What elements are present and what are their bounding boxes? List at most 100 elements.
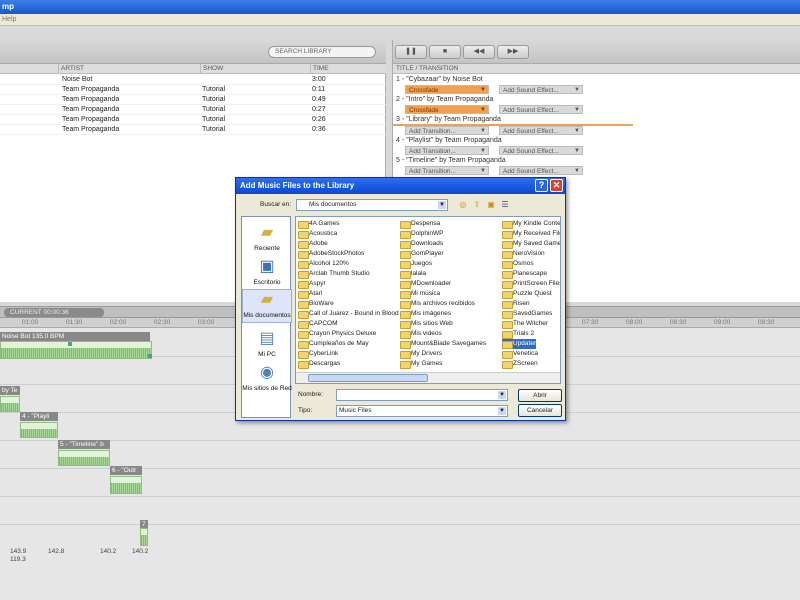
audio-clip[interactable]	[0, 341, 152, 359]
folder-item[interactable]: Aspyr	[298, 279, 326, 289]
folder-item[interactable]: 4A Games	[298, 219, 339, 229]
playlist-item-title[interactable]: 1 - "Cybazaar" by Noise Bot	[396, 75, 483, 84]
previous-icon[interactable]: ◀◀	[463, 45, 495, 59]
folder-item[interactable]: Mi música	[400, 289, 440, 299]
library-row[interactable]: Team Propaganda Tutorial 0:27	[0, 105, 386, 115]
folder-item[interactable]: GomPlayer	[400, 249, 444, 259]
folder-item[interactable]: Downloads	[400, 239, 443, 249]
playlist-item-title[interactable]: 4 - "Playlist" by Team Propaganda	[396, 136, 502, 145]
column-time[interactable]: TIME	[310, 64, 329, 74]
folder-item[interactable]: Mis imágenes	[400, 309, 451, 319]
folder-item[interactable]: Mis sitios Web	[400, 319, 453, 329]
folder-item[interactable]: Mount&Blade Savegames	[400, 339, 486, 349]
audio-clip[interactable]	[140, 528, 148, 546]
folder-item[interactable]: Venetica	[502, 349, 538, 359]
library-row[interactable]: Team Propaganda Tutorial 0:26	[0, 115, 386, 125]
folder-item[interactable]: DolphinWP	[400, 229, 444, 239]
up-folder-icon[interactable]: ⇧	[472, 200, 482, 210]
fade-handle[interactable]	[148, 354, 152, 358]
sound-effect-dropdown[interactable]: Add Sound Effect... ▼	[499, 126, 583, 135]
look-in-select[interactable]: Mis documentos ▼	[296, 199, 448, 211]
help-icon[interactable]: ?	[535, 179, 548, 192]
folder-item[interactable]: Trials 2	[502, 329, 534, 339]
folder-item[interactable]: My Received Files	[502, 229, 560, 239]
folder-item[interactable]: My Saved Games	[502, 239, 560, 249]
transition-dropdown[interactable]: Crossfade ▼	[405, 85, 489, 94]
library-row[interactable]: Team Propaganda Tutorial 0:49	[0, 95, 386, 105]
folder-item[interactable]: Atari	[298, 289, 322, 299]
folder-item[interactable]: Planescape	[502, 269, 547, 279]
folder-item[interactable]: Osmos	[502, 259, 534, 269]
folder-item[interactable]: lalala	[400, 269, 426, 279]
fade-handle[interactable]	[68, 342, 72, 346]
place-my-pc[interactable]: ▤ Mi PC	[242, 329, 292, 358]
folder-item[interactable]: MDownloader	[400, 279, 451, 289]
transition-dropdown[interactable]: Crossfade ▼	[405, 105, 489, 114]
audio-clip[interactable]	[0, 396, 20, 412]
folder-item[interactable]: The Witcher	[502, 319, 548, 329]
library-row[interactable]: Noise Bot 3:00	[0, 75, 386, 85]
audio-clip[interactable]	[20, 422, 58, 438]
place-network[interactable]: ◉ Mis sitios de Red	[242, 363, 292, 392]
search-library-input[interactable]: SEARCH LIBRARY	[268, 46, 376, 58]
place-recent[interactable]: ▰ Reciente	[242, 223, 292, 252]
new-folder-icon[interactable]: ▣	[486, 200, 496, 210]
sound-effect-dropdown[interactable]: Add Sound Effect... ▼	[499, 85, 583, 94]
pause-icon[interactable]: ❚❚	[395, 45, 427, 59]
folder-item[interactable]: Mis archivos recibidos	[400, 299, 475, 309]
sound-effect-dropdown[interactable]: Add Sound Effect... ▼	[499, 146, 583, 155]
filename-input[interactable]: ▼	[336, 389, 508, 401]
folder-item[interactable]: My Games	[400, 359, 442, 369]
place-documents[interactable]: ▰ Mis documentos	[242, 289, 292, 323]
cancel-button[interactable]: Cancelar	[518, 404, 562, 417]
folder-item[interactable]: SavedGames	[502, 309, 552, 319]
folder-item[interactable]: Mis videos	[400, 329, 442, 339]
sound-effect-dropdown[interactable]: Add Sound Effect... ▼	[499, 105, 583, 114]
playlist-item-title[interactable]: 3 - "Library" by Team Propaganda	[396, 115, 501, 124]
folder-item[interactable]: Arclab Thumb Studio	[298, 269, 370, 279]
audio-clip[interactable]	[110, 476, 142, 494]
folder-item[interactable]: Descargas	[298, 359, 340, 369]
back-icon[interactable]: ◎	[458, 200, 468, 210]
folder-item[interactable]: Call of Juarez - Bound in Blood	[298, 309, 399, 319]
folder-item[interactable]: CyberLink	[298, 349, 338, 359]
stop-icon[interactable]: ■	[429, 45, 461, 59]
folder-item[interactable]: My Drivers	[400, 349, 442, 359]
folder-item[interactable]: Puzzle Quest	[502, 289, 552, 299]
folder-item[interactable]: Juegos	[400, 259, 432, 269]
folder-item[interactable]: Risen	[502, 299, 530, 309]
transition-dropdown[interactable]: Add Transition... ▼	[405, 126, 489, 135]
folder-item[interactable]: CAPCOM	[298, 319, 338, 329]
library-row[interactable]: Team Propaganda Tutorial 0:36	[0, 125, 386, 135]
column-show[interactable]: SHOW	[200, 64, 223, 74]
transition-dropdown[interactable]: Add Transition... ▼	[405, 146, 489, 155]
folder-item[interactable]: Crayon Physics Deluxe	[298, 329, 376, 339]
place-desktop[interactable]: ▣ Escritorio	[242, 257, 292, 286]
playlist-item-title[interactable]: 2 - "Intro" by Team Propaganda	[396, 95, 493, 104]
sound-effect-dropdown[interactable]: Add Sound Effect... ▼	[499, 166, 583, 175]
folder-item[interactable]: AdobeStockPhotos	[298, 249, 364, 259]
menu-help[interactable]: Help	[2, 16, 16, 23]
filetype-select[interactable]: Music Files ▼	[336, 405, 508, 417]
close-icon[interactable]: ✕	[550, 179, 563, 192]
open-button[interactable]: Abrir	[518, 389, 562, 402]
folder-item[interactable]: My Kindle Conten	[502, 219, 560, 229]
horizontal-scrollbar[interactable]	[296, 372, 560, 383]
folder-item[interactable]: ZScreen	[502, 359, 538, 369]
scrollbar-thumb[interactable]	[308, 374, 428, 382]
folder-item[interactable]: Despensa	[400, 219, 440, 229]
folder-item[interactable]: Cumpleaños de May	[298, 339, 369, 349]
audio-clip[interactable]	[58, 450, 110, 466]
view-menu-icon[interactable]: ☰	[500, 200, 510, 210]
folder-item[interactable]: BioWare	[298, 299, 334, 309]
folder-item[interactable]: Updater	[502, 339, 537, 349]
folder-item[interactable]: Adobe	[298, 239, 328, 249]
playlist-item-title[interactable]: 5 - "Timeline" by Team Propaganda	[396, 156, 506, 165]
column-artist[interactable]: ARTIST	[58, 64, 84, 74]
folder-item[interactable]: PrintScreen Files	[502, 279, 560, 289]
next-icon[interactable]: ▶▶	[497, 45, 529, 59]
folder-item[interactable]: Acoustica	[298, 229, 337, 239]
folder-item[interactable]: Alcohol 120%	[298, 259, 349, 269]
library-row[interactable]: Team Propaganda Tutorial 0:11	[0, 85, 386, 95]
folder-item[interactable]: NeroVision	[502, 249, 545, 259]
